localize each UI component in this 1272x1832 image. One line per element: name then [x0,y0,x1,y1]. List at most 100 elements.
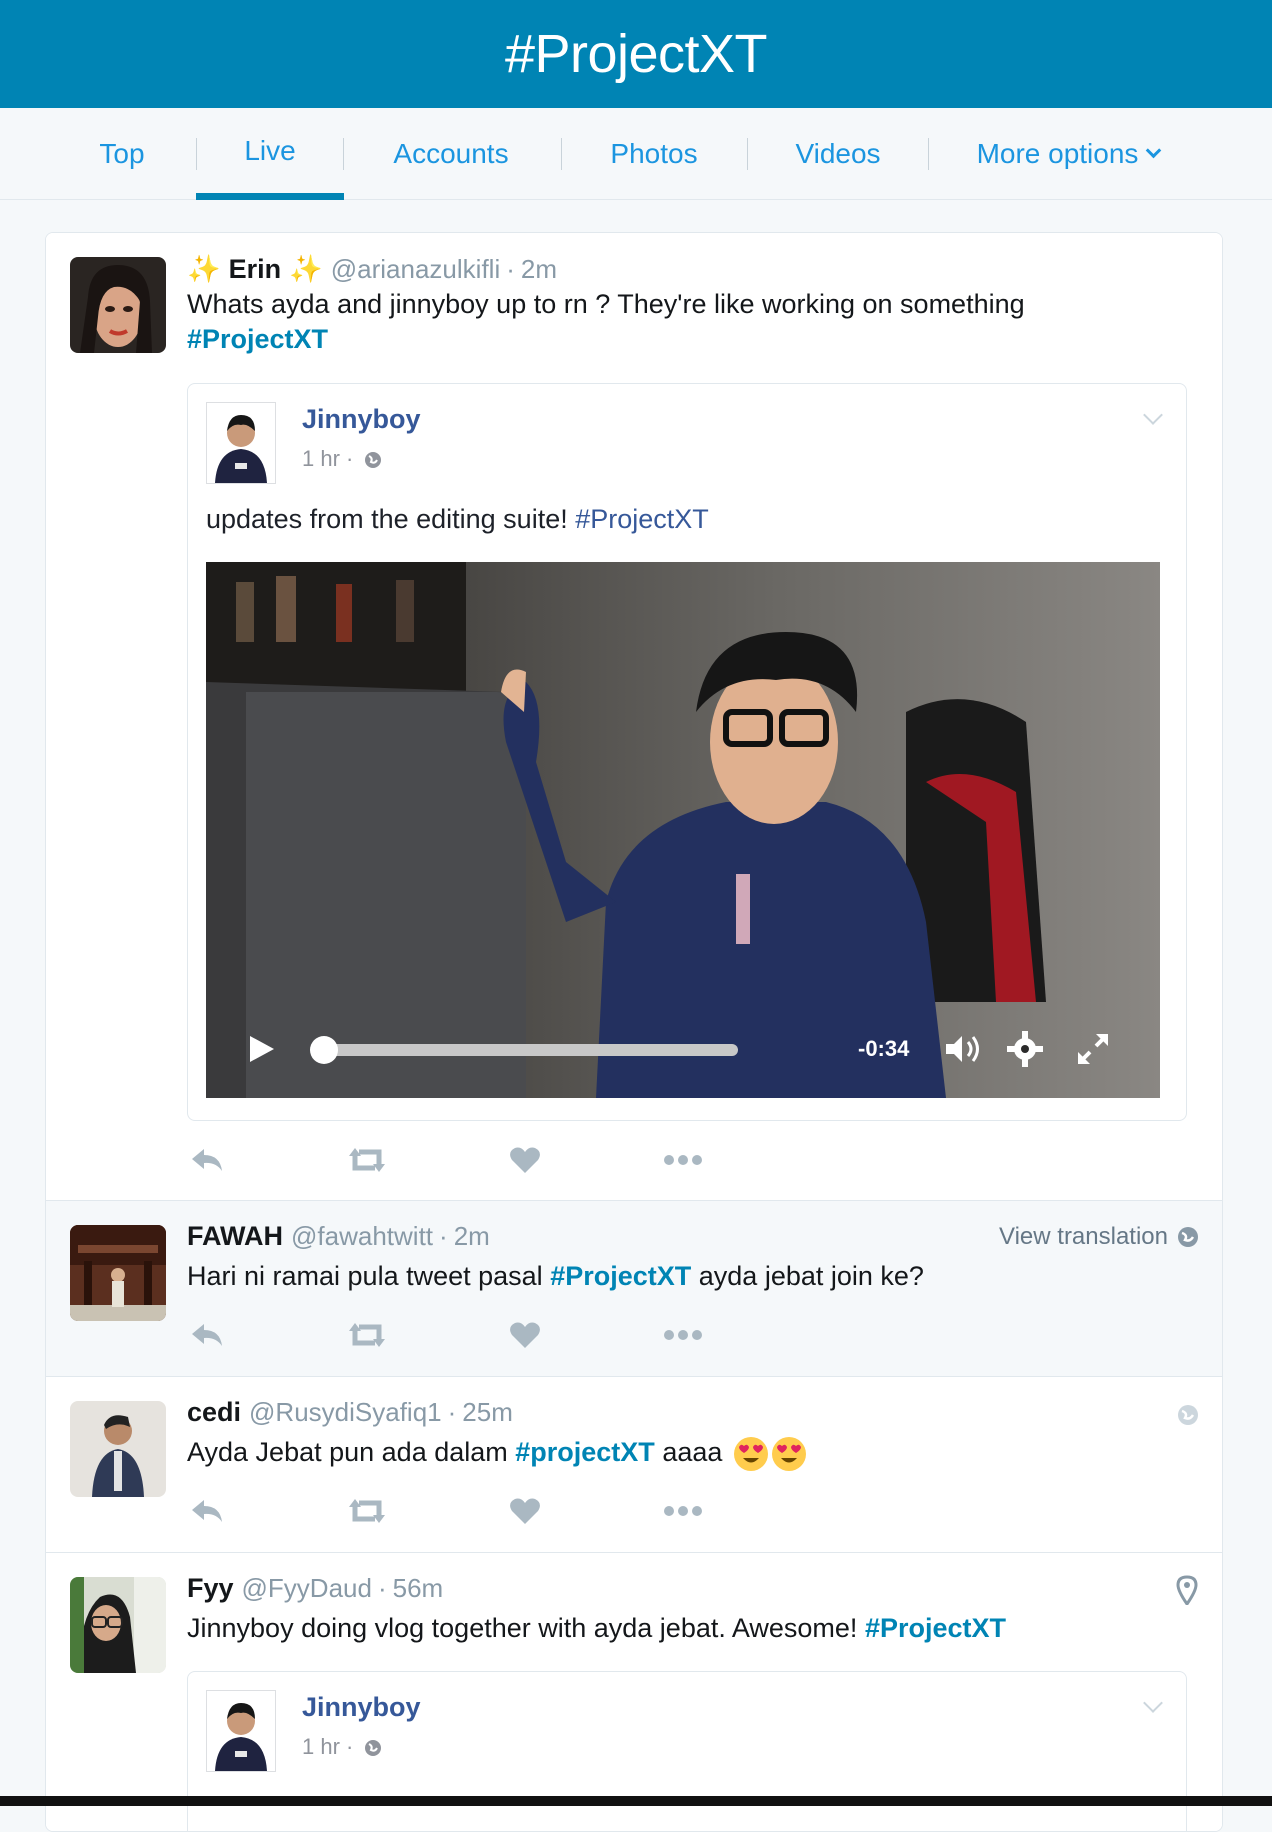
hashtag-link[interactable]: #ProjectXT [865,1613,1006,1643]
tweet-body: ayda jebat join ke? [698,1261,924,1291]
tweet-header: cedi @RusydiSyafiq1 · 25m [187,1397,513,1428]
heart-eyes-emoji-icon [733,1436,768,1471]
tab-live[interactable]: Live [196,108,344,200]
chevron-down-icon[interactable] [1143,1693,1163,1713]
chevron-down-icon [1146,142,1162,158]
timestamp[interactable]: 25m [462,1397,513,1428]
retweet-button[interactable] [347,1145,387,1175]
page-name[interactable]: Jinnyboy [302,1692,421,1723]
separator-dot: · [506,253,515,284]
display-name[interactable]: Erin [229,254,282,285]
tweet-body: Whats ayda and jinnyboy up to rn ? They'… [187,289,1025,319]
video-scrubber[interactable] [310,1036,338,1064]
like-button[interactable] [505,1320,545,1350]
reply-button[interactable] [187,1496,227,1526]
video-progress-track[interactable] [312,1044,738,1056]
volume-icon[interactable] [944,1032,984,1066]
tweet[interactable]: FAWAH @fawahtwitt · 2m View translation … [46,1201,1222,1377]
display-name[interactable]: cedi [187,1397,241,1428]
tweet-text: Whats ayda and jinnyboy up to rn ? They'… [187,287,1187,357]
chevron-down-icon[interactable] [1143,405,1163,425]
retweet-icon [349,1499,385,1523]
tweet[interactable]: Fyy @FyyDaud · 56m Jinnyboy doing vlog t… [46,1553,1222,1831]
timestamp[interactable]: 2m [454,1221,490,1252]
sparkles-icon: ✨ [289,254,323,284]
avatar[interactable] [70,1225,166,1321]
tab-photos[interactable]: Photos [586,108,722,200]
username[interactable]: @RusydiSyafiq1 [249,1397,442,1428]
display-name[interactable]: Fyy [187,1573,234,1604]
hashtag-link[interactable]: #ProjectXT [550,1261,691,1291]
globe-icon [365,452,382,469]
like-button[interactable] [505,1145,545,1175]
timestamp[interactable]: 2m [521,254,557,285]
display-name[interactable]: FAWAH [187,1221,283,1252]
more-button[interactable] [663,1320,703,1350]
video-player[interactable]: -0:34 [206,562,1160,1098]
avatar[interactable] [70,1577,166,1673]
tab-videos[interactable]: Videos [772,108,904,200]
retweet-button[interactable] [347,1496,387,1526]
tab-label: Accounts [393,138,509,169]
tab-more-options[interactable]: More options [958,108,1178,200]
tab-top[interactable]: Top [78,108,166,200]
separator-dot: · [447,1397,457,1427]
tweet-body: aaaa [662,1437,723,1467]
timestamp[interactable]: 56m [393,1573,444,1604]
tab-bar: Top Live Accounts Photos Videos More opt… [0,108,1272,200]
ellipsis-icon [664,1330,702,1340]
avatar[interactable] [206,1690,276,1772]
bottom-edge [0,1796,1272,1806]
tweet-body: Ayda Jebat pun ada dalam [187,1437,508,1467]
tab-label: Live [244,134,296,166]
tweet-actions [187,1496,707,1526]
avatar[interactable] [70,257,166,353]
tweet-text: Hari ni ramai pula tweet pasal #ProjectX… [187,1259,1187,1294]
location-pin-icon[interactable] [1176,1575,1198,1605]
play-icon[interactable] [246,1034,276,1064]
avatar[interactable] [70,1401,166,1497]
username[interactable]: @FyyDaud [242,1573,372,1604]
tab-label: Top [99,138,145,169]
globe-icon [1178,1227,1198,1247]
ellipsis-icon [664,1506,702,1516]
fullscreen-icon[interactable] [1074,1030,1112,1068]
tweet-actions [187,1145,707,1175]
username[interactable]: @arianazulkifli [331,254,500,285]
hashtag-link[interactable]: #ProjectXT [187,324,328,354]
tweet-actions [187,1320,707,1350]
heart-icon [510,1498,540,1524]
embedded-facebook-post[interactable]: Jinnyboy 1 hr · updates from the editing… [187,383,1187,1121]
more-button[interactable] [663,1496,703,1526]
reply-icon [192,1324,222,1346]
username[interactable]: @fawahtwitt [291,1221,433,1252]
globe-icon[interactable] [1176,1403,1200,1427]
retweet-icon [349,1323,385,1347]
header-bar: #ProjectXT [0,0,1272,108]
video-controls: -0:34 [206,998,1160,1098]
view-translation-link[interactable]: View translation [999,1223,1200,1251]
view-translation-label: View translation [999,1223,1168,1250]
reply-button[interactable] [187,1320,227,1350]
gear-icon[interactable] [1006,1030,1044,1068]
tweet[interactable]: cedi @RusydiSyafiq1 · 25m Ayda Jebat pun… [46,1377,1222,1553]
globe-icon [365,1740,382,1757]
tweet-stream: ✨ Erin ✨ @arianazulkifli · 2m Whats ayda… [45,232,1223,1832]
reply-button[interactable] [187,1145,227,1175]
tab-label: Photos [610,138,698,169]
like-button[interactable] [505,1496,545,1526]
tab-divider [747,138,748,170]
tab-accounts[interactable]: Accounts [370,108,532,200]
sparkles-icon: ✨ [187,254,221,284]
avatar[interactable] [206,402,276,484]
hashtag-link[interactable]: #projectXT [515,1437,655,1467]
tweet-header: FAWAH @fawahtwitt · 2m [187,1221,490,1252]
tweet-body: Jinnyboy doing vlog together with ayda j… [187,1613,858,1643]
tweet[interactable]: ✨ Erin ✨ @arianazulkifli · 2m Whats ayda… [46,233,1222,1201]
heart-eyes-emoji-icon [771,1436,806,1471]
retweet-button[interactable] [347,1320,387,1350]
more-button[interactable] [663,1145,703,1175]
hashtag-link[interactable]: #ProjectXT [575,504,709,534]
page-name[interactable]: Jinnyboy [302,404,421,435]
embedded-facebook-post[interactable]: Jinnyboy 1 hr · [187,1671,1187,1831]
